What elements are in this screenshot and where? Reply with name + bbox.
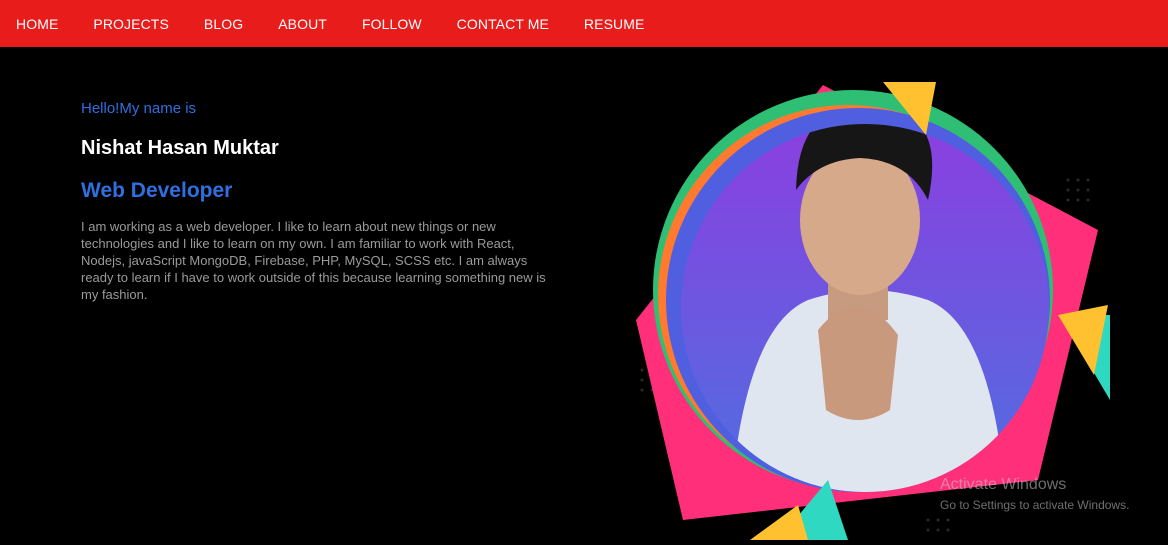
windows-activation-watermark: Activate Windows Go to Settings to activ… bbox=[940, 476, 1129, 512]
nav-about[interactable]: ABOUT bbox=[278, 16, 327, 32]
nav-blog[interactable]: BLOG bbox=[204, 16, 243, 32]
intro-section: Hello!My name is Nishat Hasan Muktar Web… bbox=[81, 100, 561, 303]
profile-illustration bbox=[628, 80, 1118, 540]
nav-contact-me[interactable]: CONTACT ME bbox=[457, 16, 549, 32]
profile-graphic bbox=[636, 82, 1110, 540]
nav-resume[interactable]: RESUME bbox=[584, 16, 645, 32]
developer-name: Nishat Hasan Muktar bbox=[81, 137, 279, 159]
watermark-subtitle: Go to Settings to activate Windows. bbox=[940, 498, 1130, 512]
bio-paragraph: I am working as a web developer. I like … bbox=[81, 219, 546, 302]
greeting-text: Hello!My name is bbox=[81, 100, 197, 117]
nav-projects[interactable]: PROJECTS bbox=[93, 16, 168, 32]
developer-role: Web Developer bbox=[81, 179, 233, 202]
nav-home[interactable]: HOME bbox=[16, 16, 58, 32]
top-navbar: HOME PROJECTS BLOG ABOUT FOLLOW CONTACT … bbox=[0, 0, 1168, 47]
nav-follow[interactable]: FOLLOW bbox=[362, 16, 422, 32]
watermark-title: Activate Windows bbox=[940, 476, 1067, 493]
